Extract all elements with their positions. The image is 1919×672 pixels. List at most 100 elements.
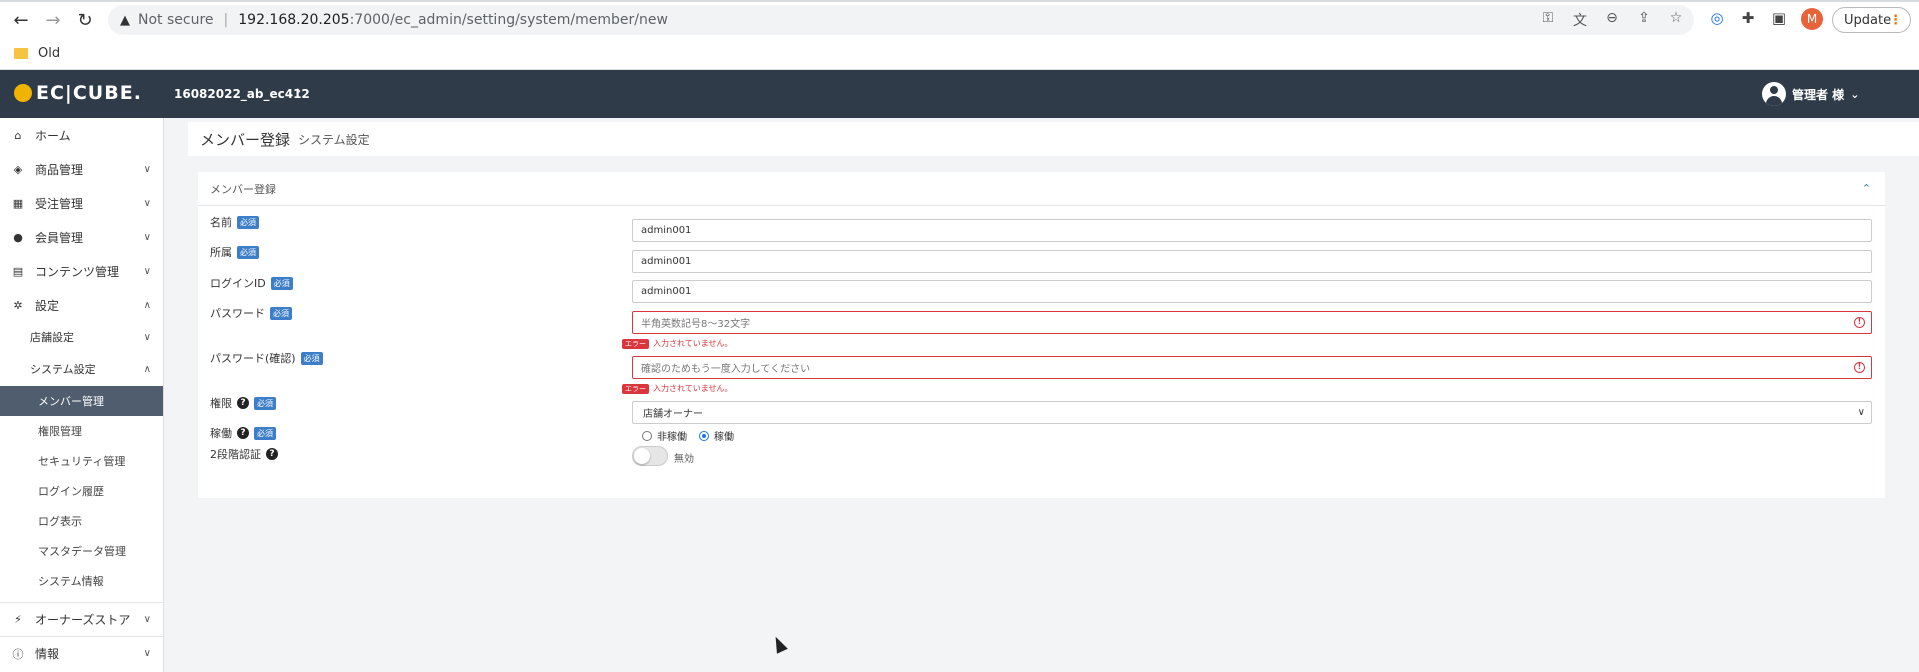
radio-active-label[interactable]: 稼働 (714, 428, 734, 443)
profile-avatar[interactable]: M (1801, 8, 1823, 30)
department-input[interactable]: admin001 (632, 250, 1872, 273)
sidebar-item-member[interactable]: メンバー管理 (0, 386, 163, 416)
zoom-icon[interactable]: ⊖ (1602, 10, 1622, 26)
sidebar-item-info[interactable]: ⓘ 情報 ∨ (0, 636, 163, 670)
sidebar-item-label: ログ表示 (38, 515, 82, 528)
sidebar-item-login-history[interactable]: ログイン履歴 (0, 476, 163, 506)
department-label: 所属 必須 (210, 244, 259, 260)
chevron-down-icon: ⌄ (1850, 87, 1860, 101)
error-icon: ! (1854, 362, 1865, 373)
user-avatar-icon (1762, 82, 1786, 106)
update-label: Update (1844, 12, 1892, 28)
password-confirm-input[interactable]: 確認のためもう一度入力してください ! (632, 356, 1872, 379)
chevron-right-icon[interactable]: › (296, 84, 301, 99)
sidebar-item-label: システム情報 (38, 575, 104, 588)
password-confirm-error: エラー 入力されていません。 (622, 383, 733, 394)
folder-icon (14, 47, 28, 59)
authority-select[interactable]: 店舗オーナー ∨ (632, 401, 1872, 424)
sidebar-item-log[interactable]: ログ表示 (0, 506, 163, 536)
department-value: admin001 (641, 256, 692, 267)
card-header[interactable]: メンバー登録 ⌃ (198, 172, 1885, 206)
sidebar-item-owners-store[interactable]: ⚡ オーナーズストア ∨ (0, 602, 163, 636)
collapse-icon[interactable]: ⌃ (1862, 182, 1871, 195)
chevron-down-icon: ∨ (143, 648, 151, 659)
radio-active[interactable] (699, 430, 709, 441)
forward-icon[interactable]: → (41, 8, 65, 32)
user-name: 管理者 様 (1792, 87, 1845, 102)
password-confirm-label: パスワード(確認) 必須 (210, 350, 323, 366)
page-title: メンバー登録 (200, 130, 291, 149)
sidebar-item-orders[interactable]: ▦ 受注管理 ∨ (0, 186, 163, 220)
password-confirm-placeholder: 確認のためもう一度入力してください (641, 364, 811, 375)
sidebar-item-customers[interactable]: ● 会員管理 ∨ (0, 220, 163, 254)
radio-inactive[interactable] (642, 430, 652, 441)
sidebar-item-label: ログイン履歴 (38, 485, 104, 498)
sidebar-item-system-info[interactable]: システム情報 (0, 566, 163, 596)
sidebar-item-label: 受注管理 (35, 196, 84, 211)
user-menu[interactable]: 管理者 様 ⌄ (1762, 82, 1859, 106)
sidebar-item-system-settings[interactable]: システム設定 ∧ (0, 354, 163, 384)
password-label-text: パスワード (210, 307, 265, 320)
required-badge: 必須 (237, 245, 259, 259)
key-icon[interactable]: ⚿ (1538, 10, 1558, 26)
ec-cube-logo[interactable]: EC|CUBE. (14, 82, 142, 104)
authority-label: 権限 ? 必須 (210, 395, 276, 411)
two-factor-label-text: 2段階認証 (210, 448, 261, 461)
bookmark-old[interactable]: Old (0, 40, 60, 66)
address-bar[interactable]: ▲ Not secure | 192.168.20.205 :7000/ec_a… (108, 5, 1694, 35)
sidebar-item-label: 店舗設定 (30, 331, 74, 344)
chevron-down-icon: ∨ (1857, 407, 1865, 418)
login-id-label: ログインID 必須 (210, 275, 293, 291)
puzzle-icon[interactable]: ✚ (1737, 9, 1759, 27)
sidebar-item-label: 商品管理 (35, 162, 84, 177)
translate-icon[interactable]: 文 (1570, 10, 1590, 30)
separator: | (223, 12, 229, 28)
reload-icon[interactable]: ↻ (73, 8, 97, 32)
login-id-value: admin001 (641, 286, 692, 297)
work-label: 稼働 ? 必須 (210, 425, 276, 441)
star-icon[interactable]: ☆ (1666, 10, 1686, 26)
sidebar-item-contents[interactable]: ▤ コンテンツ管理 ∨ (0, 254, 163, 288)
sidebar: ⌂ ホーム ◈ 商品管理 ∨ ▦ 受注管理 ∨ ● 会員管理 ∨ ▤ コンテンツ… (0, 118, 164, 672)
card-title: メンバー登録 (210, 182, 276, 196)
help-icon[interactable]: ? (237, 397, 249, 409)
sidebar-item-authority[interactable]: 権限管理 (0, 416, 163, 446)
two-factor-toggle[interactable] (632, 446, 668, 466)
required-badge: 必須 (300, 351, 323, 365)
required-badge: 必須 (254, 396, 276, 410)
sidebar-item-label: システム設定 (30, 363, 96, 376)
shop-name-link[interactable]: 16082022_ab_ec412 (174, 87, 310, 101)
help-icon[interactable]: ? (266, 448, 278, 460)
sidepanel-icon[interactable]: ▣ (1768, 9, 1790, 27)
required-badge: 必須 (270, 306, 292, 320)
main-content: メンバー登録 システム設定 メンバー登録 ⌃ 名前 必須 admin001 所属… (164, 118, 1919, 672)
extension-icon[interactable]: ◎ (1706, 9, 1728, 27)
help-icon[interactable]: ? (237, 427, 249, 439)
sidebar-item-label: コンテンツ管理 (35, 264, 120, 279)
sidebar-item-masterdata[interactable]: マスタデータ管理 (0, 536, 163, 566)
sidebar-item-label: セキュリティ管理 (38, 455, 126, 468)
sidebar-item-label: 権限管理 (38, 425, 82, 438)
url-path: :7000/ec_admin/setting/system/member/new (349, 12, 668, 28)
sidebar-item-home[interactable]: ⌂ ホーム (0, 118, 163, 152)
sidebar-item-products[interactable]: ◈ 商品管理 ∨ (0, 152, 163, 186)
chevron-down-icon: ∨ (143, 331, 151, 343)
work-label-text: 稼働 (210, 427, 232, 440)
chevron-down-icon: ∨ (143, 265, 151, 277)
password-input[interactable]: 半角英数記号8〜32文字 ! (632, 311, 1872, 334)
authority-label-text: 権限 (210, 397, 232, 410)
share-icon[interactable]: ⇪ (1634, 10, 1654, 26)
name-input[interactable]: admin001 (632, 219, 1872, 242)
back-icon[interactable]: ← (9, 8, 33, 32)
sidebar-item-label: ホーム (35, 128, 71, 143)
sidebar-item-security[interactable]: セキュリティ管理 (0, 446, 163, 476)
sidebar-item-shop-settings[interactable]: 店舗設定 ∨ (0, 322, 163, 352)
sidebar-item-label: オーナーズストア (35, 613, 131, 627)
info-icon: ⓘ (12, 647, 24, 661)
radio-inactive-label[interactable]: 非稼働 (657, 428, 687, 443)
required-badge: 必須 (237, 215, 259, 229)
cube-icon: ◈ (13, 162, 23, 176)
update-button[interactable]: Update ⋮ (1832, 7, 1911, 33)
sidebar-item-settings[interactable]: ✲ 設定 ∧ (0, 288, 163, 322)
login-id-input[interactable]: admin001 (632, 280, 1872, 303)
